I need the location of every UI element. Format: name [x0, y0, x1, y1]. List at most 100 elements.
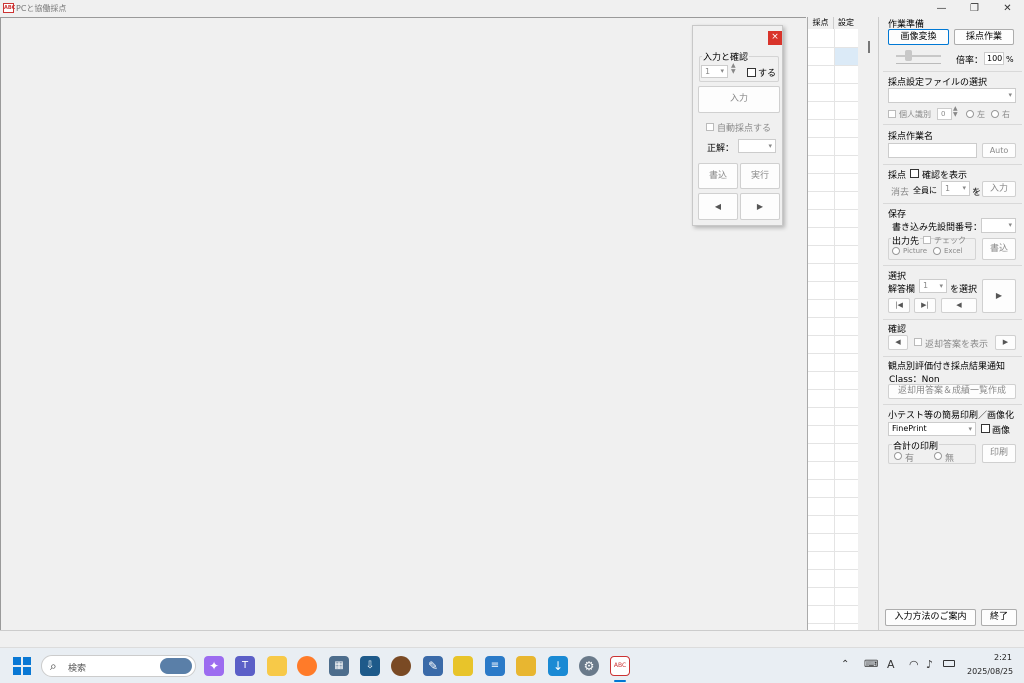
- spinner-arrows-icon[interactable]: ▲ ▼: [731, 63, 736, 75]
- dialog-close-button[interactable]: ×: [768, 31, 782, 45]
- cookie-app-icon[interactable]: [391, 656, 411, 676]
- check-label: チェック: [934, 236, 966, 245]
- clock-time[interactable]: 2:21: [994, 653, 1012, 662]
- scroll-thumb[interactable]: [868, 41, 870, 53]
- yes-radio[interactable]: [894, 452, 902, 460]
- dialog-prev-button[interactable]: ◀: [698, 193, 738, 220]
- no-radio[interactable]: [934, 452, 942, 460]
- auto-button[interactable]: Auto: [982, 143, 1016, 158]
- personal-id-checkbox[interactable]: [888, 110, 896, 118]
- download-app-icon[interactable]: ↓: [548, 656, 568, 676]
- grid-row-line: [808, 263, 859, 264]
- save-write-button[interactable]: 書込: [982, 238, 1016, 260]
- grid-row-line: [808, 47, 859, 48]
- volume-icon[interactable]: ♪: [926, 658, 933, 671]
- file-explorer-icon[interactable]: [267, 656, 287, 676]
- grid-scroll-area[interactable]: [858, 17, 878, 630]
- show-confirm-checkbox[interactable]: [910, 169, 919, 178]
- dialog-next-button[interactable]: ▶: [740, 193, 780, 220]
- score-grid[interactable]: 採点 設定: [807, 17, 859, 630]
- ime-indicator[interactable]: A: [887, 658, 895, 671]
- app-download-icon[interactable]: ⇩: [360, 656, 380, 676]
- answer-label: 正解：: [707, 144, 735, 154]
- search-icon: ⌕: [50, 659, 57, 673]
- last-button[interactable]: ▶|: [914, 298, 936, 313]
- printer-select[interactable]: FinePrint ▾: [888, 422, 976, 436]
- firefox-icon[interactable]: [297, 656, 317, 676]
- sticker-app-icon[interactable]: [453, 656, 473, 676]
- input-guide-button[interactable]: 入力方法のご案内: [885, 609, 976, 626]
- auto-grade-checkbox[interactable]: [706, 123, 714, 131]
- close-button[interactable]: ✕: [991, 0, 1024, 17]
- folder-app-icon[interactable]: [516, 656, 536, 676]
- print-button[interactable]: 印刷: [982, 444, 1016, 463]
- copilot-icon[interactable]: ✦: [204, 656, 224, 676]
- start-button[interactable]: [13, 657, 31, 675]
- number-value: 1: [705, 67, 711, 76]
- grid-row-line: [808, 497, 859, 498]
- input-button[interactable]: 入力: [698, 86, 780, 113]
- task-name-input[interactable]: [888, 143, 977, 158]
- confirm-prev-button[interactable]: ◀: [888, 335, 908, 350]
- wifi-icon[interactable]: ◠: [909, 658, 919, 671]
- image-canvas[interactable]: [0, 17, 806, 630]
- teams-icon[interactable]: T: [235, 656, 255, 676]
- wo-label: を: [972, 188, 982, 198]
- create-return-button[interactable]: 返却用答案＆成績一覧作成: [888, 384, 1016, 399]
- image-checkbox[interactable]: [981, 424, 990, 433]
- notes-app-icon[interactable]: ≡: [485, 656, 505, 676]
- selected-cell[interactable]: [834, 47, 859, 65]
- minimize-button[interactable]: —: [925, 0, 958, 17]
- excel-radio[interactable]: [933, 247, 941, 255]
- exit-button[interactable]: 終了: [981, 609, 1017, 626]
- calculator-icon[interactable]: ▦: [329, 656, 349, 676]
- select-next-button[interactable]: ▶: [982, 279, 1016, 313]
- run-button[interactable]: 実行: [740, 163, 780, 189]
- grid-header-score[interactable]: 採点: [808, 17, 834, 29]
- chevron-up-icon[interactable]: ⌃: [841, 659, 849, 670]
- select-label: を選択: [950, 285, 978, 295]
- restore-button[interactable]: ❐: [958, 0, 991, 17]
- select-prev-button[interactable]: ◀: [941, 298, 977, 313]
- convert-image-button[interactable]: 画像変換: [888, 29, 949, 45]
- picture-radio[interactable]: [892, 247, 900, 255]
- search-box[interactable]: ⌕ 検索: [41, 655, 196, 677]
- grid-row-line: [808, 461, 859, 462]
- zoom-input[interactable]: 100: [984, 52, 1004, 65]
- erase-label[interactable]: 消去: [891, 185, 909, 198]
- right-radio[interactable]: [991, 110, 999, 118]
- confirm-next-button[interactable]: ▶: [995, 335, 1016, 350]
- personal-id-spinner[interactable]: 0: [937, 108, 952, 120]
- return-answer-checkbox[interactable]: [914, 338, 922, 346]
- left-radio[interactable]: [966, 110, 974, 118]
- first-button[interactable]: |◀: [888, 298, 910, 313]
- zoom-slider-thumb[interactable]: [905, 50, 912, 61]
- answer-select[interactable]: ▾: [738, 139, 776, 153]
- spinner-arrows-icon[interactable]: ▲ ▼: [953, 106, 958, 118]
- paint-app-icon[interactable]: ✎: [423, 656, 443, 676]
- grading-work-button[interactable]: 採点作業: [954, 29, 1014, 45]
- confirm-checkbox[interactable]: [747, 68, 756, 77]
- zoom-slider-track[interactable]: [896, 55, 941, 57]
- check-checkbox[interactable]: [923, 236, 931, 244]
- total-print-label: 合計の印刷: [892, 439, 940, 452]
- settings-gear-icon[interactable]: ⚙: [579, 656, 599, 676]
- keyboard-icon[interactable]: ⌨: [864, 659, 878, 670]
- task-name-title: 採点作業名: [888, 132, 934, 142]
- dest-question-select[interactable]: ▾: [981, 218, 1016, 233]
- settings-file-select[interactable]: ▾: [888, 88, 1016, 103]
- number-spinner[interactable]: 1 ▾: [701, 65, 728, 78]
- answer-col-select[interactable]: 1 ▾: [919, 279, 947, 293]
- picture-label: Picture: [903, 247, 928, 255]
- write-button[interactable]: 書込: [698, 163, 738, 189]
- grading-value: 1: [945, 184, 951, 193]
- app-icon: ABC: [3, 3, 16, 13]
- save-title: 保存: [888, 210, 907, 220]
- grading-value-select[interactable]: 1 ▾: [941, 181, 970, 196]
- battery-icon[interactable]: [943, 660, 955, 667]
- status-bar: [0, 630, 1024, 647]
- grading-app-icon[interactable]: ABC: [610, 656, 630, 676]
- clock-date[interactable]: 2025/08/25: [967, 667, 1013, 676]
- grading-input-button[interactable]: 入力: [982, 181, 1016, 197]
- grid-header-settings[interactable]: 設定: [834, 17, 859, 29]
